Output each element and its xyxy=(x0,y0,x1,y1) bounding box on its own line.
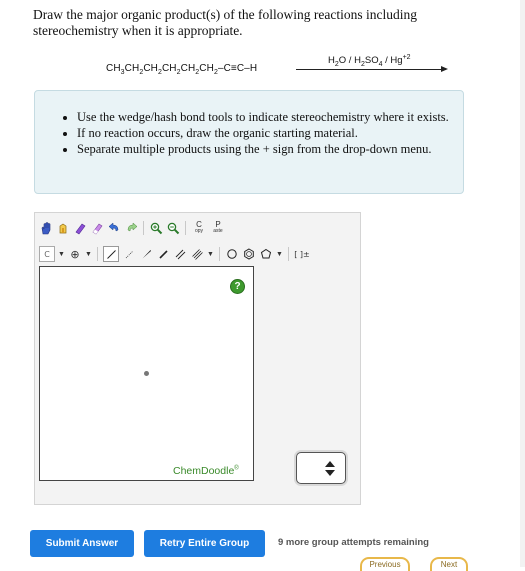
help-icon[interactable]: ? xyxy=(230,279,245,294)
paste-icon[interactable]: P aste xyxy=(210,220,226,236)
ring-dropdown-icon[interactable]: ▼ xyxy=(276,247,283,261)
product-stepper[interactable] xyxy=(296,452,346,484)
benzene-icon[interactable] xyxy=(242,247,256,261)
zoom-in-icon[interactable] xyxy=(149,221,163,235)
atom-carbon-button[interactable]: C xyxy=(39,246,55,262)
retry-group-button[interactable]: Retry Entire Group xyxy=(144,530,265,557)
stepper-up-icon[interactable] xyxy=(325,461,335,467)
reaction-arrow-shaft xyxy=(296,69,446,70)
canvas-cursor-dot xyxy=(144,371,149,376)
editor-toolbar-bottom: C ▼ ⊕ ▼ ▼ ▼ []± xyxy=(39,243,310,265)
single-bond-icon[interactable] xyxy=(103,246,119,262)
submit-answer-button[interactable]: Submit Answer xyxy=(30,530,134,557)
reaction-arrow-head-icon xyxy=(441,66,448,72)
instruction-item: Use the wedge/hash bond tools to indicat… xyxy=(77,109,453,125)
zoom-out-icon[interactable] xyxy=(166,221,180,235)
toolbar-separator xyxy=(219,247,220,261)
hand-icon[interactable] xyxy=(39,221,53,235)
toolbar-separator xyxy=(97,247,98,261)
eraser-icon[interactable] xyxy=(73,221,87,235)
bold-bond-icon[interactable] xyxy=(156,247,170,261)
toolbar-separator xyxy=(288,247,289,261)
copy-icon[interactable]: C opy xyxy=(191,220,207,236)
double-bond-icon[interactable] xyxy=(173,247,187,261)
attempts-remaining: 9 more group attempts remaining xyxy=(278,537,429,548)
atom-dropdown-icon[interactable]: ▼ xyxy=(58,247,65,261)
hash-bond-icon[interactable] xyxy=(122,247,136,261)
previous-button[interactable]: Previous xyxy=(360,557,410,571)
cyclohexane-icon[interactable] xyxy=(259,247,273,261)
instructions-box: Use the wedge/hash bond tools to indicat… xyxy=(34,90,464,194)
undo-icon[interactable] xyxy=(107,221,121,235)
toolbar-separator xyxy=(143,221,144,235)
drawing-canvas[interactable]: ? ChemDoodle® xyxy=(39,266,254,481)
triple-bond-icon[interactable] xyxy=(190,247,204,261)
chemdoodle-logo: ChemDoodle® xyxy=(173,465,239,477)
charge-button[interactable]: ⊕ xyxy=(68,247,82,261)
charge-dropdown-icon[interactable]: ▼ xyxy=(85,247,92,261)
bond-dropdown-icon[interactable]: ▼ xyxy=(207,247,214,261)
wedge-bond-icon[interactable] xyxy=(139,247,153,261)
reactant-formula: CH3CH2CH2CH2CH2CH2–C≡C–H xyxy=(106,63,258,76)
reagent-conditions: H2O / H2SO4 / Hg+2 xyxy=(328,54,411,69)
stepper-down-icon[interactable] xyxy=(325,470,335,476)
cyclopentane-icon[interactable] xyxy=(225,247,239,261)
bracket-charge-button[interactable]: [ ]± xyxy=(294,247,310,261)
lasso-icon[interactable] xyxy=(56,221,70,235)
instruction-item: If no reaction occurs, draw the organic … xyxy=(77,125,453,141)
question-text: Draw the major organic product(s) of the… xyxy=(33,7,418,38)
next-button[interactable]: Next xyxy=(430,557,468,571)
rubber-icon[interactable] xyxy=(90,221,104,235)
redo-icon[interactable] xyxy=(124,221,138,235)
instruction-item: Separate multiple products using the + s… xyxy=(77,141,453,157)
editor-toolbar-top: C opy P aste xyxy=(39,217,226,239)
scrollbar-track[interactable] xyxy=(520,0,525,567)
toolbar-separator xyxy=(185,221,186,235)
